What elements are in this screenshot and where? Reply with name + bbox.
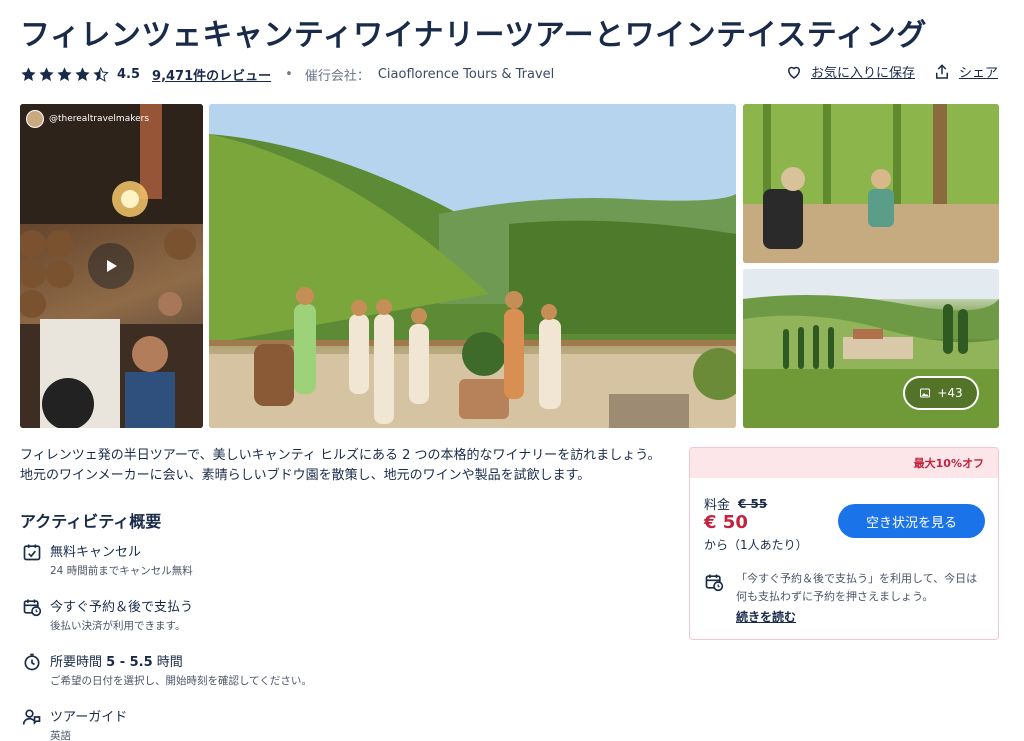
heart-icon [787,66,800,79]
guide-person-icon [22,709,41,725]
vineyard-terrace-image [209,104,736,428]
description-line-2: 地元のワインメーカーに会い、素晴らしいブドウ園を散策し、地元のワインや製品を試飲… [20,468,591,483]
activity-description: フィレンツェ発の半日ツアーで、美しいキャンティ ヒルズにある 2 つの本格的なワ… [20,446,680,486]
duration-prefix: 所要時間 [50,655,107,670]
page-title: フィレンツェキャンティワイナリーツアーとワインテイスティング [20,18,927,53]
calendar-clock-icon [23,599,42,617]
save-wishlist-button[interactable]: お気に入りに保存 [785,62,915,81]
feature-subtitle: ご希望の日付を選択し、開始時刻を確認してください。 [50,675,312,687]
price-from-label: 料金 [704,498,731,513]
video-thumbnail[interactable]: @therealtravelmakers [20,104,203,428]
duration-value: 5 - 5.5 [106,655,153,670]
feature-title: 所要時間 5 - 5.5 時間 [50,651,183,670]
play-icon [107,260,117,272]
operator-label: 催行会社： [304,68,370,84]
photo-gallery: @therealtravelmakers +43 [20,104,999,428]
overview-heading: アクティビティ概要 [20,512,162,531]
duration-suffix: 時間 [152,655,183,670]
read-more-link[interactable]: 続きを読む [736,608,796,625]
more-photos-button[interactable]: +43 [903,376,979,410]
operator-name: Ciaoflorence Tours & Travel [377,66,555,82]
feature-subtitle: 英語 [50,730,71,741]
instagram-credit: @therealtravelmakers [26,110,149,128]
feature-title: ツアーガイド [50,710,128,725]
half-star-icon [93,66,109,82]
header-actions: お気に入りに保存 シェア [785,62,998,81]
feature-subtitle: 後払い決済が利用できます。 [50,620,186,632]
calendar-check-icon [23,544,41,561]
rating-value: 4.5 [117,66,141,82]
save-label: お気に入りに保存 [810,66,915,81]
feature-title: 無料キャンセル [50,545,142,560]
share-label: シェア [958,66,998,81]
price-from-row: 料金 € 55 [704,494,768,514]
avatar [26,110,44,128]
play-button[interactable] [88,243,134,289]
share-icon [935,63,948,79]
rating-row: 4.5 9,471件のレビュー • 催行会社： Ciaoflorence Tou… [20,63,554,85]
star-rating [20,66,109,83]
stopwatch-icon [24,653,40,671]
original-price: € 55 [738,496,768,511]
star-icon [21,66,36,81]
sale-price: € 50 [704,512,748,533]
share-button[interactable]: シェア [933,62,998,81]
check-availability-button[interactable]: 空き状況を見る [838,504,985,538]
main-photo[interactable] [209,104,736,428]
feature-title: 今すぐ予約＆後で支払う [50,600,194,615]
discount-banner: 最大10%オフ [690,448,998,478]
instagram-handle: @therealtravelmakers [49,114,150,124]
calendar-clock-icon [705,574,724,592]
feature-subtitle: 24 時間前までキャンセル無料 [50,565,193,577]
star-icon [75,66,90,81]
star-icon [39,66,54,81]
discount-label: 最大10%オフ [913,457,984,470]
pay-later-text: 「今すぐ予約＆後で支払う」を利用して、今日は何も支払わずに予約を押さえましょう。 [736,572,978,603]
star-icon [57,66,72,81]
more-photos-count: +43 [937,386,963,400]
reviews-link[interactable]: 9,471件のレビュー [152,65,271,84]
villa-photo[interactable]: +43 [743,269,999,428]
separator: • [285,66,293,82]
vineyard-people-image [743,104,999,263]
price-per-person: から（1人あたり） [704,538,808,552]
booking-card: 最大10%オフ 料金 € 55 € 50 から（1人あたり） 空き状況を見る 「… [689,447,999,640]
image-icon [920,388,931,398]
vineyard-photo[interactable] [743,104,999,263]
description-line-1: フィレンツェ発の半日ツアーで、美しいキャンティ ヒルズにある 2 つの本格的なワ… [20,448,661,463]
